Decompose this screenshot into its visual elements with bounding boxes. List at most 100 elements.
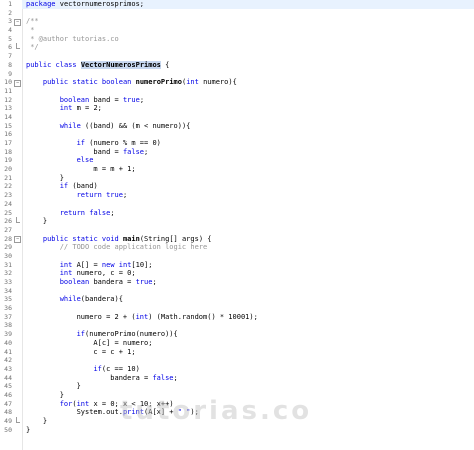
code-line[interactable]: 2 xyxy=(8,9,474,18)
line-number: 47 xyxy=(4,399,12,408)
line-number: 16 xyxy=(4,130,12,139)
line-number: 23 xyxy=(4,191,12,200)
line-number: 4 xyxy=(8,26,12,35)
line-number: 39 xyxy=(4,330,12,339)
line-number: 45 xyxy=(4,382,12,391)
line-number: 48 xyxy=(4,408,12,417)
code-line[interactable]: 6 */ xyxy=(8,43,474,52)
line-number: 19 xyxy=(4,156,12,165)
code-text: * @author tutorias.co xyxy=(26,34,119,43)
code-text: } xyxy=(26,390,64,399)
code-text: } xyxy=(26,173,64,182)
code-line[interactable]: 4 * xyxy=(8,26,474,35)
line-number: 14 xyxy=(4,112,12,121)
code-line[interactable]: 3−/** xyxy=(8,17,474,26)
line-number: 11 xyxy=(4,86,12,95)
fold-end-marker-icon xyxy=(16,43,20,50)
code-text: A[c] = numero; xyxy=(26,338,153,347)
line-number: 30 xyxy=(4,251,12,260)
code-line[interactable]: 50} xyxy=(4,425,474,435)
code-text: /** xyxy=(26,17,39,26)
code-line[interactable]: 30 xyxy=(4,252,474,261)
code-text: public static boolean numeroPrimo(int nu… xyxy=(42,78,237,87)
code-text: c = c + 1; xyxy=(26,347,136,356)
line-number: 1 xyxy=(8,0,12,8)
code-line[interactable]: 41 c = c + 1; xyxy=(4,347,474,357)
code-text: if(numeroPrimo(numero)){ xyxy=(76,330,178,339)
code-text: public class VectorNumerosPrimos { xyxy=(26,60,170,69)
code-line[interactable]: 37 numero = 2 + (int) (Math.random() * 1… xyxy=(4,313,474,322)
code-line[interactable]: 22 if (band) xyxy=(4,182,474,191)
code-line[interactable]: 44 bandera = false; xyxy=(4,373,474,383)
code-line[interactable]: 38 xyxy=(4,321,474,330)
code-line[interactable]: 19 else xyxy=(4,156,474,165)
line-number: 27 xyxy=(4,225,12,234)
code-line[interactable]: 35 while(bandera){ xyxy=(4,295,474,304)
code-text: int m = 2; xyxy=(59,104,102,113)
line-number: 10 xyxy=(4,78,12,87)
code-line[interactable]: 25 return false; xyxy=(4,208,474,218)
code-line[interactable]: 24 xyxy=(4,200,474,209)
code-line[interactable]: 5 * @author tutorias.co xyxy=(8,34,474,44)
code-text: * xyxy=(26,26,35,35)
code-line[interactable]: 39 if(numeroPrimo(numero)){ xyxy=(4,330,474,339)
code-line[interactable]: 29 // TODO code application logic here xyxy=(4,243,474,252)
fold-toggle-icon[interactable]: − xyxy=(14,18,21,26)
line-number: 40 xyxy=(4,338,12,347)
code-line[interactable]: 20 m = m + 1; xyxy=(4,165,474,174)
code-line[interactable]: 12 boolean band = true; xyxy=(4,96,474,105)
code-text: return false; xyxy=(59,208,115,217)
code-line[interactable]: 21 } xyxy=(4,173,474,183)
code-line[interactable]: 26 } xyxy=(4,217,474,226)
code-line[interactable]: 36 xyxy=(4,304,474,313)
code-editor[interactable]: 1 package vectornumerosprimos; 2 3−/** 4 * 5 … xyxy=(0,0,474,450)
code-line[interactable]: 40 A[c] = numero; xyxy=(4,338,474,348)
code-area[interactable]: 1 package vectornumerosprimos; 2 3−/** 4 * 5 … xyxy=(4,0,474,450)
code-text: int numero, c = 0; xyxy=(59,269,136,278)
code-text: package vectornumerosprimos; xyxy=(26,0,145,8)
code-line[interactable]: 43 if(c == 10) xyxy=(4,364,474,374)
code-line[interactable]: 34 xyxy=(4,287,474,296)
code-line[interactable]: 18 band = false; xyxy=(4,147,474,157)
line-number: 3 xyxy=(8,17,12,26)
line-number: 13 xyxy=(4,104,12,113)
line-number: 31 xyxy=(4,260,12,269)
fold-toggle-icon[interactable]: − xyxy=(14,236,21,244)
fold-toggle-icon[interactable]: − xyxy=(14,79,21,87)
code-line[interactable]: 11 xyxy=(4,87,474,96)
code-line[interactable]: 45 } xyxy=(4,382,474,391)
code-line[interactable]: 42 xyxy=(4,356,474,365)
code-line[interactable]: 7 xyxy=(8,52,474,61)
code-line[interactable]: 8 public class VectorNumerosPrimos { xyxy=(8,60,474,70)
code-line[interactable]: 16 xyxy=(4,130,474,139)
line-number: 37 xyxy=(4,312,12,321)
code-line[interactable]: 32 int numero, c = 0; xyxy=(4,269,474,278)
code-line[interactable]: 15 while ((band) && (m < numero)){ xyxy=(4,122,474,131)
code-text: bandera = false; xyxy=(26,373,178,382)
line-number: 44 xyxy=(4,373,12,382)
code-line[interactable]: 28− public static void main(String[] arg… xyxy=(4,235,474,244)
code-line[interactable]: 10− public static boolean numeroPrimo(in… xyxy=(4,78,474,87)
code-line[interactable]: 13 int m = 2; xyxy=(4,104,474,113)
line-number: 42 xyxy=(4,356,12,365)
code-line[interactable]: 14 xyxy=(4,113,474,122)
code-line[interactable]: 17 if (numero % m == 0) xyxy=(4,139,474,148)
line-number: 49 xyxy=(4,417,12,425)
code-text: band = false; xyxy=(26,147,149,156)
code-text: while(bandera){ xyxy=(59,295,123,304)
code-text: else xyxy=(76,156,94,165)
code-line[interactable]: 9 xyxy=(8,70,474,79)
code-line[interactable]: 23 return true; xyxy=(4,191,474,200)
code-line[interactable]: 33 boolean bandera = true; xyxy=(4,278,474,287)
line-number: 28 xyxy=(4,234,12,243)
code-line[interactable]: 1 package vectornumerosprimos; xyxy=(8,0,474,9)
code-line[interactable]: 31 int A[] = new int[10]; xyxy=(4,261,474,270)
code-text: if(c == 10) xyxy=(93,364,140,373)
line-number: 20 xyxy=(4,165,12,174)
code-line[interactable]: 27 xyxy=(4,226,474,235)
code-text: } xyxy=(26,425,31,434)
